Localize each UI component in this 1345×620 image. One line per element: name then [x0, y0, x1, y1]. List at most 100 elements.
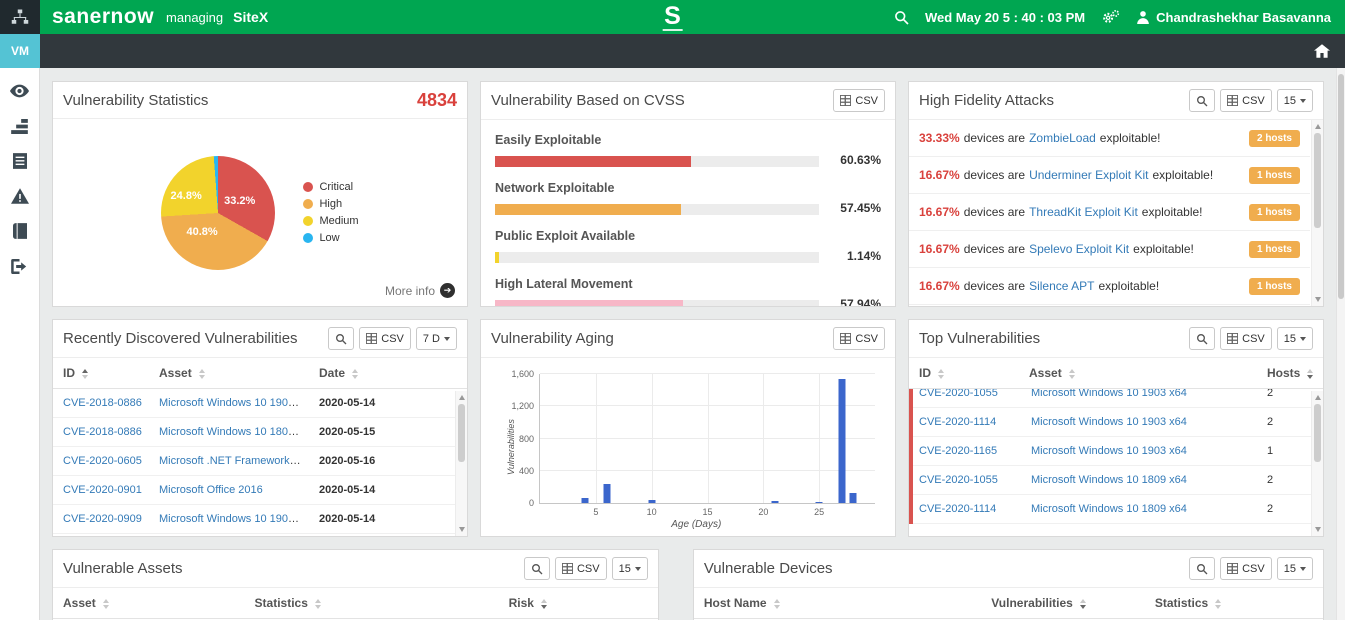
page-size-select[interactable]: 15 — [1276, 89, 1313, 112]
column-header-date[interactable]: Date — [311, 358, 467, 389]
column-header-vulnerabilities[interactable]: Vulnerabilities — [983, 588, 1147, 619]
sitemap-menu-button[interactable] — [0, 0, 40, 34]
column-header-hosts[interactable]: Hosts — [1259, 358, 1323, 389]
card-high-fidelity-attacks: High Fidelity Attacks CSV 15 33.33% devi… — [908, 81, 1324, 307]
total-vulnerabilities-count[interactable]: 4834 — [417, 90, 457, 111]
csv-export-button[interactable]: CSV — [1220, 557, 1272, 580]
scrollbar-thumb[interactable] — [1314, 404, 1321, 462]
legend-item-low[interactable]: Low — [303, 232, 358, 244]
asset-link[interactable]: Microsoft .NET Framework 4.8 — [159, 455, 308, 467]
scroll-down-arrow[interactable] — [1315, 297, 1321, 302]
scroll-up-arrow[interactable] — [1315, 124, 1321, 129]
sidebar-item-reports[interactable] — [9, 152, 31, 170]
more-info-link[interactable]: More info ➔ — [385, 283, 455, 298]
column-header-hostname[interactable]: Host Name — [693, 588, 984, 619]
asset-link[interactable]: Microsoft Windows 10 1809 x64 — [1031, 503, 1187, 515]
csv-label: CSV — [855, 94, 878, 107]
table-row: CVE-2020-0901 Microsoft Office 2016 2020-0… — [53, 475, 467, 505]
asset-link[interactable]: Microsoft Windows 10 1903 x... — [159, 397, 311, 409]
site-selector[interactable]: SiteX — [233, 9, 268, 25]
attack-link[interactable]: Spelevo Exploit Kit — [1029, 242, 1129, 256]
y-tick-label: 1,200 — [511, 401, 534, 412]
page-size-value: 15 — [618, 562, 631, 575]
search-button[interactable] — [328, 327, 355, 350]
cve-link[interactable]: CVE-2020-1114 — [919, 503, 996, 515]
column-header-risk[interactable]: Risk — [500, 588, 658, 619]
asset-link[interactable]: Microsoft Windows 10 1903 x64 — [1031, 416, 1187, 428]
cve-link[interactable]: CVE-2020-0605 — [63, 455, 142, 467]
grid-line — [763, 374, 765, 503]
asset-link[interactable]: Microsoft Windows 10 1809 x... — [159, 426, 311, 438]
scrollbar-thumb[interactable] — [1314, 133, 1321, 228]
page-size-select[interactable]: 15 — [1276, 327, 1313, 350]
scrollbar-thumb[interactable] — [458, 404, 465, 462]
managing-label: managing — [166, 9, 224, 25]
cve-link[interactable]: CVE-2020-0909 — [63, 513, 142, 525]
settings-button[interactable] — [1101, 9, 1120, 25]
column-header-id[interactable]: ID — [53, 358, 151, 389]
legend-item-critical[interactable]: Critical — [303, 181, 358, 193]
csv-export-button[interactable]: CSV — [554, 557, 607, 580]
asset-link[interactable]: Microsoft Windows 10 1903 x64 — [1031, 389, 1187, 399]
scrollbar-thumb[interactable] — [1338, 74, 1344, 299]
search-button[interactable] — [1189, 327, 1216, 350]
attack-link[interactable]: ZombieLoad — [1029, 131, 1096, 145]
legend-item-medium[interactable]: Medium — [303, 215, 359, 227]
sidebar-item-logout[interactable] — [9, 257, 31, 275]
date-range-select[interactable]: 7 D — [415, 327, 457, 350]
column-header-asset[interactable]: Asset — [53, 588, 247, 619]
scroll-up-arrow[interactable] — [1315, 395, 1321, 400]
home-button[interactable] — [1314, 44, 1345, 58]
cve-link[interactable]: CVE-2018-0886 — [63, 426, 142, 438]
chevron-down-icon — [1299, 566, 1306, 571]
csv-export-button[interactable]: CSV — [1220, 89, 1272, 112]
item-text: exploitable! — [1152, 168, 1214, 182]
scroll-down-arrow[interactable] — [1315, 527, 1321, 532]
column-header-statistics[interactable]: Statistics — [1146, 588, 1323, 619]
pie-slice-label: 24.8% — [170, 189, 202, 202]
severity-pie-chart[interactable]: 33.2% 40.8% 24.8% — [161, 155, 276, 270]
sort-icon — [1215, 598, 1222, 609]
cve-link[interactable]: CVE-2020-1114 — [919, 416, 996, 428]
cvss-bar-chart[interactable]: Easily Exploitable 60.63% Network Exploi… — [481, 120, 895, 306]
column-header-asset[interactable]: Asset — [1021, 358, 1259, 389]
asset-link[interactable]: Microsoft Windows 10 1809 x64 — [1031, 474, 1187, 486]
csv-export-button[interactable]: CSV — [359, 327, 411, 350]
page-size-select[interactable]: 15 — [1276, 557, 1313, 580]
column-header-statistics[interactable]: Statistics — [246, 588, 501, 619]
attack-link[interactable]: Silence APT — [1029, 279, 1094, 293]
column-header-id[interactable]: ID — [909, 358, 1021, 389]
cve-link[interactable]: CVE-2020-0901 — [63, 484, 142, 496]
attack-link[interactable]: ThreadKit Exploit Kit — [1029, 205, 1138, 219]
list-item: 33.33% devices are ZombieLoad exploitabl… — [909, 120, 1310, 157]
table-row: CVE-2020-1055 Microsoft Windows 10 1809 x… — [909, 465, 1323, 495]
legend-item-high[interactable]: High — [303, 198, 358, 210]
cve-link[interactable]: CVE-2020-1055 — [919, 474, 998, 486]
sidebar-item-alerts[interactable] — [9, 187, 31, 205]
tab-vm[interactable]: VM — [0, 34, 40, 68]
asset-link[interactable]: Microsoft Windows 10 1903 x64 — [1031, 445, 1187, 457]
user-menu[interactable]: Chandrashekhar Basavanna — [1136, 10, 1331, 25]
csv-export-button[interactable]: CSV — [1220, 327, 1272, 350]
scroll-up-arrow[interactable] — [459, 395, 465, 400]
csv-export-button[interactable]: CSV — [833, 89, 885, 112]
cve-link[interactable]: CVE-2018-0886 — [63, 397, 142, 409]
page-size-select[interactable]: 15 — [611, 557, 648, 580]
scroll-down-arrow[interactable] — [459, 527, 465, 532]
asset-link[interactable]: Microsoft Windows 10 1903 x... — [159, 513, 311, 525]
cve-link[interactable]: CVE-2020-1055 — [919, 389, 998, 399]
csv-export-button[interactable]: CSV — [833, 327, 885, 350]
attack-link[interactable]: Underminer Exploit Kit — [1029, 168, 1148, 182]
table-row: CVE-2018-0886 Microsoft Windows 10 1809 x… — [53, 417, 467, 447]
sidebar-item-assets[interactable] — [9, 117, 31, 135]
search-button[interactable] — [1189, 557, 1216, 580]
search-button[interactable] — [894, 10, 909, 25]
cve-link[interactable]: CVE-2020-1165 — [919, 445, 997, 457]
search-button[interactable] — [1189, 89, 1216, 112]
sidebar-item-docs[interactable] — [9, 222, 31, 240]
aging-bar-chart[interactable]: 0 400 800 1,200 1,600 5 10 15 20 25 — [511, 369, 875, 517]
search-button[interactable] — [523, 557, 550, 580]
column-header-asset[interactable]: Asset — [151, 358, 311, 389]
asset-link[interactable]: Microsoft Office 2016 — [159, 484, 263, 496]
sidebar-item-visibility[interactable] — [9, 82, 31, 100]
